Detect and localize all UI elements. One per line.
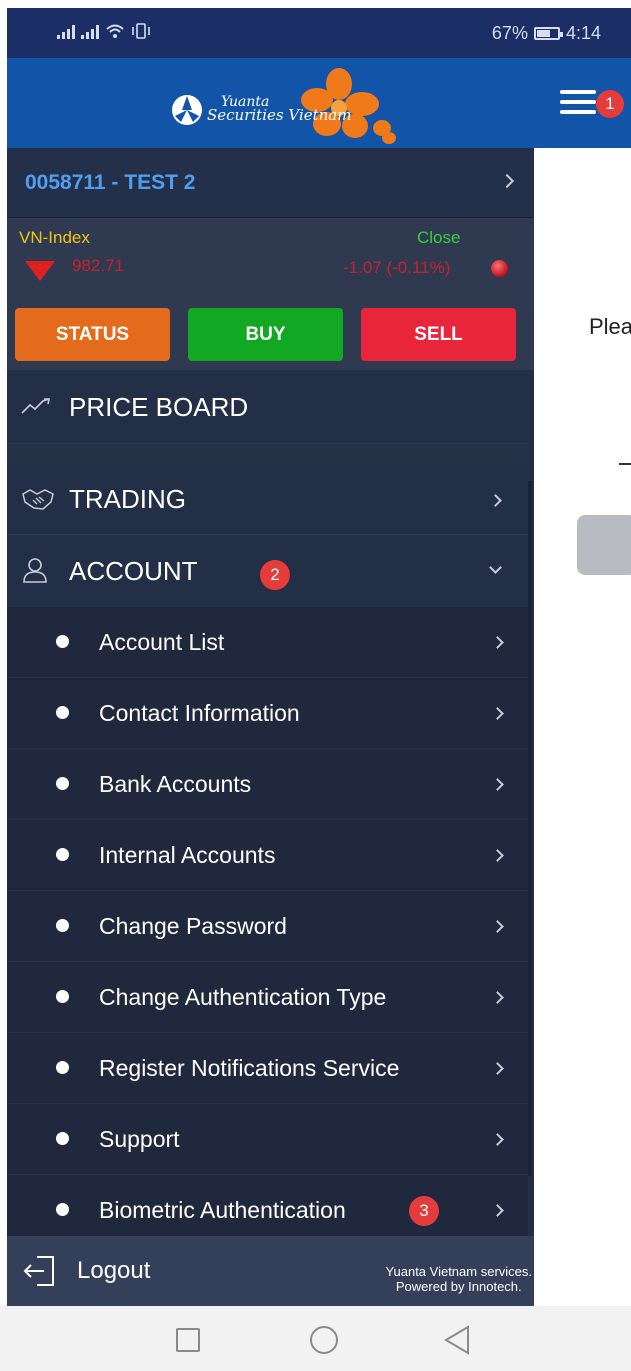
bullet-icon [56, 848, 69, 861]
battery-level [536, 30, 550, 37]
main-message-text: Plea [589, 314, 631, 339]
submenu-item[interactable]: Register Notifications Service [7, 1033, 528, 1104]
hamburger-menu-button[interactable] [560, 90, 596, 116]
status-icons-left [57, 23, 151, 39]
wifi-icon [106, 24, 124, 38]
logout-icon[interactable] [23, 1254, 57, 1288]
submenu-item[interactable]: Change Authentication Type [7, 962, 528, 1033]
trend-chart-icon [21, 398, 50, 414]
menu-label-price-board: PRICE BOARD [69, 392, 249, 422]
bullet-icon [56, 990, 69, 1003]
submenu-item[interactable]: Internal Accounts [7, 820, 528, 891]
spacer [7, 444, 528, 464]
menu-label-account: ACCOUNT [69, 556, 198, 586]
navigation-drawer: Yuanta Securities Vietnam 0058711 - TEST… [7, 58, 534, 1306]
account-selector[interactable]: 0058711 - TEST 2 [7, 148, 534, 218]
chevron-right-icon [489, 494, 502, 507]
submenu-label: Change Password [99, 913, 287, 939]
submenu-label: Biometric Authentication [99, 1197, 346, 1223]
quick-actions: STATUS BUY SELL [7, 298, 534, 370]
menu-label-trading: TRADING [69, 484, 186, 514]
status-dot-icon [491, 260, 508, 277]
menu-item-price-board[interactable]: PRICE BOARD [7, 370, 528, 443]
submenu-label: Change Authentication Type [99, 984, 387, 1010]
main-action-button[interactable] [577, 515, 631, 575]
bullet-icon [56, 777, 69, 790]
bullet-icon [56, 1203, 69, 1216]
bullet-icon [56, 706, 69, 719]
main-content-peek: 1 Plea [534, 58, 631, 1306]
submenu-item[interactable]: Support [7, 1104, 528, 1175]
chevron-right-icon [491, 778, 504, 791]
main-header: 1 [534, 58, 631, 148]
submenu-label: Account List [99, 629, 225, 655]
down-arrow-icon [25, 261, 55, 281]
recents-button[interactable] [176, 1328, 200, 1352]
bullet-icon [56, 919, 69, 932]
submenu-label: Contact Information [99, 700, 300, 726]
brand-header: Yuanta Securities Vietnam [7, 58, 534, 148]
logout-bar: Logout Yuanta Vietnam services. Powered … [7, 1236, 534, 1306]
bullet-icon [56, 635, 69, 648]
status-icons-right: 67% 4:14 [492, 23, 601, 44]
divider [619, 463, 631, 465]
battery-percent: 67% [491, 23, 528, 43]
sell-button[interactable]: SELL [361, 308, 516, 361]
submenu-label: Internal Accounts [99, 842, 276, 868]
market-index-panel: VN-Index Close 982.71 -1.07 (-0.11%) [7, 218, 534, 298]
vibrate-icon [132, 23, 150, 39]
index-name: VN-Index [19, 228, 90, 247]
bullet-icon [56, 1132, 69, 1145]
signal-icon [57, 23, 75, 39]
signal-icon [81, 23, 99, 39]
chevron-down-icon [489, 561, 502, 574]
system-navigation-bar [0, 1306, 631, 1371]
index-value: 982.71 [72, 256, 124, 275]
chevron-right-icon [491, 636, 504, 649]
chevron-right-icon [499, 173, 515, 189]
back-button[interactable] [444, 1325, 470, 1355]
submenu-item[interactable]: Change Password [7, 891, 528, 962]
chevron-right-icon [491, 1133, 504, 1146]
status-button[interactable]: STATUS [15, 308, 170, 361]
footer-credits: Yuanta Vietnam services. Powered by Inno… [385, 1264, 532, 1294]
brand-name: Yuanta Securities Vietnam [207, 94, 352, 124]
buy-button[interactable]: BUY [188, 308, 343, 361]
step-badge-3: 3 [409, 1196, 439, 1226]
status-bar: 67% 4:14 [7, 8, 631, 58]
chevron-right-icon [491, 991, 504, 1004]
logout-button[interactable]: Logout [77, 1257, 150, 1285]
clock: 4:14 [565, 23, 601, 43]
submenu-item[interactable]: Account List [7, 607, 528, 678]
chevron-right-icon [491, 707, 504, 720]
menu-item-account[interactable]: ACCOUNT 2 [7, 535, 528, 607]
chevron-right-icon [491, 1062, 504, 1075]
scrollbar[interactable] [528, 481, 532, 1176]
step-badge-2: 2 [260, 560, 290, 590]
home-button[interactable] [310, 1326, 338, 1354]
submenu-item[interactable]: Bank Accounts [7, 749, 528, 820]
account-label: 0058711 - TEST 2 [25, 171, 196, 194]
phone-screen: 67% 4:14 1 Plea Yuanta Securities Vietna… [7, 8, 631, 1306]
chevron-right-icon [491, 1204, 504, 1217]
handshake-icon [22, 489, 54, 510]
submenu-label: Register Notifications Service [99, 1055, 400, 1081]
bullet-icon [56, 1061, 69, 1074]
chevron-right-icon [491, 849, 504, 862]
chevron-right-icon [491, 920, 504, 933]
battery-icon [533, 27, 563, 40]
market-status: Close [417, 228, 461, 247]
submenu-label: Bank Accounts [99, 771, 252, 797]
index-change: -1.07 (-0.11%) [343, 258, 451, 277]
step-badge-1: 1 [596, 90, 624, 118]
menu-item-trading[interactable]: TRADING [7, 464, 528, 534]
submenu-item[interactable]: Contact Information [7, 678, 528, 749]
user-icon [23, 558, 47, 583]
submenu-label: Support [99, 1126, 180, 1152]
